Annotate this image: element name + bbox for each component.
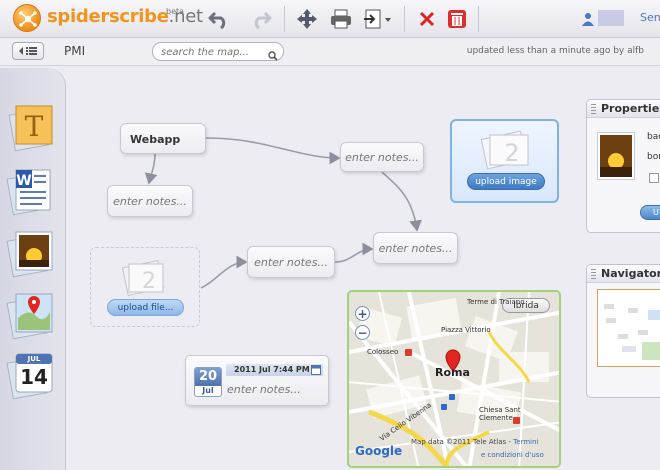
map-place-label: Piazza Vittorio xyxy=(441,326,491,334)
panel-grip-handle[interactable] xyxy=(591,269,596,279)
map-terms-link[interactable]: Termini xyxy=(513,438,538,446)
map-place-label: Chiesa Sant Clemente xyxy=(479,406,521,422)
properties-upload-button[interactable]: U xyxy=(640,205,660,220)
properties-background-label: bac xyxy=(647,132,660,142)
export-icon xyxy=(364,9,391,29)
svg-text:2: 2 xyxy=(142,269,156,294)
zoom-in-button[interactable]: + xyxy=(355,306,370,321)
file-placeholder-icon: 2 xyxy=(121,259,165,297)
calendar-tool-button[interactable]: JUL 14 xyxy=(6,348,58,402)
date-time-label: 2011 Jul 7:44 PM xyxy=(226,364,323,376)
google-logo-text: Google xyxy=(355,444,403,458)
redo-icon xyxy=(254,11,272,29)
print-button[interactable] xyxy=(328,6,354,32)
image-upload-node[interactable]: 2 upload image xyxy=(450,119,559,203)
undo-button[interactable] xyxy=(206,6,232,32)
document-tool-button[interactable]: W xyxy=(6,164,58,218)
map-attribution: Map data ©2011 Tele Atlas - Termini xyxy=(411,438,538,446)
export-button[interactable] xyxy=(362,6,394,32)
move-icon xyxy=(297,9,317,29)
mind-map-canvas[interactable]: Webapp enter notes... enter notes... ent… xyxy=(67,66,660,470)
navigator-panel: Navigator xyxy=(586,264,660,398)
webapp-node[interactable]: Webapp xyxy=(120,123,206,154)
map-tool-button[interactable] xyxy=(6,288,58,342)
user-icon[interactable] xyxy=(582,11,594,30)
map-header-bar: PMI updated less than a minute ago by al… xyxy=(0,38,660,66)
text-tool-icon: T xyxy=(8,105,53,152)
text-tool-button[interactable]: T xyxy=(6,100,58,154)
date-notes[interactable]: enter notes... xyxy=(227,383,301,396)
date-month: Jul xyxy=(202,386,214,395)
date-node[interactable]: 20 Jul 2011 Jul 7:44 PM enter notes... xyxy=(185,355,329,406)
spiderscribe-logo-icon xyxy=(13,4,41,32)
svg-text:2: 2 xyxy=(504,139,519,167)
navigator-panel-title: Navigator xyxy=(587,265,660,283)
notes-node[interactable]: enter notes... xyxy=(340,142,424,172)
redo-button[interactable] xyxy=(248,6,274,32)
notes-node[interactable]: enter notes... xyxy=(107,185,193,217)
map-tool-icon xyxy=(6,293,53,340)
map-place-label: Terme di Traiano xyxy=(467,298,525,306)
upload-image-button[interactable]: upload image xyxy=(467,173,545,190)
move-button[interactable] xyxy=(294,6,320,32)
beta-label: beta xyxy=(166,7,185,16)
toolbar-separator xyxy=(478,6,479,32)
date-time-text: 2011 Jul 7:44 PM xyxy=(234,365,310,374)
print-icon xyxy=(331,9,351,29)
delete-icon xyxy=(419,11,435,27)
calendar-picker-icon xyxy=(311,365,321,375)
image-placeholder-icon: 2 xyxy=(480,130,529,170)
toolbar-separator xyxy=(284,6,285,32)
notes-node[interactable]: enter notes... xyxy=(373,232,458,264)
map-city-label: Roma xyxy=(435,366,470,379)
notes-node[interactable]: enter notes... xyxy=(247,246,335,278)
image-tool-icon xyxy=(6,231,53,278)
undo-icon xyxy=(208,11,226,29)
map-node[interactable]: Ibrida + − Roma Colosseo Chiesa Sant Cle… xyxy=(347,290,561,468)
list-toggle-icon xyxy=(19,47,37,55)
tool-dock: T W JUL 14 xyxy=(0,68,66,470)
top-toolbar: spiderscribe.net beta Send xyxy=(0,0,660,38)
trash-icon xyxy=(448,10,466,28)
properties-checkbox[interactable] xyxy=(649,173,659,183)
map-title: PMI xyxy=(64,44,86,58)
toggle-map-list-button[interactable] xyxy=(12,42,44,60)
calendar-tool-day: 14 xyxy=(20,365,48,389)
toolbar-separator xyxy=(404,6,405,32)
username-redacted xyxy=(598,10,624,26)
send-link[interactable]: Send xyxy=(640,11,660,24)
map-place-label: Colosseo xyxy=(367,348,399,356)
map-conditions-link[interactable]: e condizioni d'uso xyxy=(481,451,544,459)
properties-image-thumbnail[interactable] xyxy=(597,132,635,180)
date-day: 20 xyxy=(195,368,221,386)
upload-file-button[interactable]: upload file... xyxy=(107,299,184,316)
map-data-credit: Map data ©2011 Tele Atlas - xyxy=(411,438,514,446)
document-tool-icon: W xyxy=(6,169,51,216)
panel-grip-handle[interactable] xyxy=(591,104,596,114)
search-icon[interactable] xyxy=(268,46,278,65)
properties-border-label: bor xyxy=(647,152,660,162)
svg-text:T: T xyxy=(25,110,44,143)
delete-button[interactable] xyxy=(414,6,440,32)
search-input[interactable] xyxy=(152,42,284,61)
last-updated-status: updated less than a minute ago by alfb xyxy=(466,46,644,56)
image-tool-button[interactable] xyxy=(6,226,58,280)
calendar-tool-month: JUL xyxy=(27,355,41,363)
properties-panel: Properties bac bor U xyxy=(586,99,660,233)
trash-button[interactable] xyxy=(444,6,470,32)
google-logo: Google xyxy=(355,444,402,458)
date-badge: 20 Jul xyxy=(194,367,222,397)
file-upload-node[interactable]: 2 upload file... xyxy=(90,247,200,327)
zoom-out-button[interactable]: − xyxy=(355,325,370,340)
navigator-viewport[interactable] xyxy=(597,289,660,367)
svg-text:W: W xyxy=(16,173,31,189)
properties-panel-title: Properties xyxy=(587,100,660,118)
